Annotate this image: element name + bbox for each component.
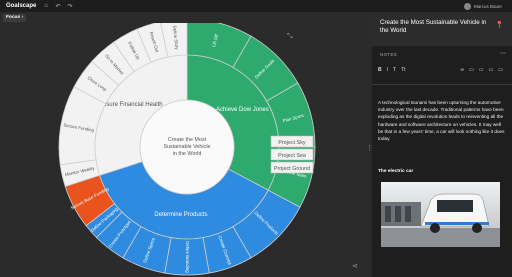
top-bar: Goalscape ⌂ ↶ ↷ Marcus Bauer [0,0,512,12]
project-label: Project Ground [274,166,310,172]
notes-label: NOTES [380,52,398,57]
focus-bar: Focus › [0,12,372,23]
app-logo: Goalscape [6,3,37,9]
more-icon[interactable]: ⋯ [500,50,506,57]
video-button[interactable]: ▭ [489,67,494,73]
italic-button[interactable]: I [387,67,388,73]
goal-label: Ensure Financial Health [99,102,163,108]
notes-panel: Create the Most Sustainable Vehicle in t… [372,12,512,277]
divider [372,84,512,85]
panel-header: Create the Most Sustainable Vehicle in t… [372,12,512,46]
media-button[interactable]: ▭ [479,67,484,73]
center-goal-label: Sustainable Vehicle [163,144,210,150]
home-icon[interactable]: ⌂ [40,3,52,9]
image-button[interactable]: ▭ [469,67,474,73]
table-button[interactable]: ▭ [498,67,503,73]
pin-icon[interactable]: 📍 [495,21,504,29]
share-icon[interactable]: ⋖ [352,263,358,271]
project-label: Project Sea [278,153,306,159]
text-size-button[interactable]: T [393,67,396,73]
notes-subheading[interactable]: The electric car [378,169,413,174]
app-window: Goalscape ⌂ ↶ ↷ Marcus Bauer Focus › Ach… [0,0,512,277]
redo-icon[interactable]: ↷ [64,3,76,10]
center-goal-label: Create the Most [168,137,207,143]
bold-button[interactable]: B [378,67,382,73]
project-label: Project Sky [278,140,306,146]
goalscape-wheel[interactable]: Achieve Dow Jones Fit Determine Products E… [0,23,372,277]
goal-label: Achieve Dow Jones Fit [216,107,277,113]
collapse-icon[interactable]: ⤡ [287,33,293,41]
link-button[interactable]: ∞ [460,67,464,73]
undo-icon[interactable]: ↶ [52,3,64,10]
text-format-toolbar: B I T Tt ∞ ▭ ▭ ▭ ▭ [378,65,508,75]
text-style-button[interactable]: Tt [401,67,405,73]
avatar[interactable] [463,2,471,10]
focus-button[interactable]: Focus › [3,13,27,22]
goal-canvas[interactable]: Achieve Dow Jones Fit Determine Products E… [0,23,373,277]
goal-label: Determine Products [154,212,207,218]
focus-label: Focus [6,14,21,20]
panel-title[interactable]: Create the Most Sustainable Vehicle in t… [380,19,490,34]
subgoal-label: Define Branding [185,241,190,273]
notes-body[interactable]: A technological tsunami has been upturni… [378,99,506,142]
electric-car-image [381,182,500,247]
center-goal-label: in the World [173,151,202,157]
user-name[interactable]: Marcus Bauer [474,4,502,9]
